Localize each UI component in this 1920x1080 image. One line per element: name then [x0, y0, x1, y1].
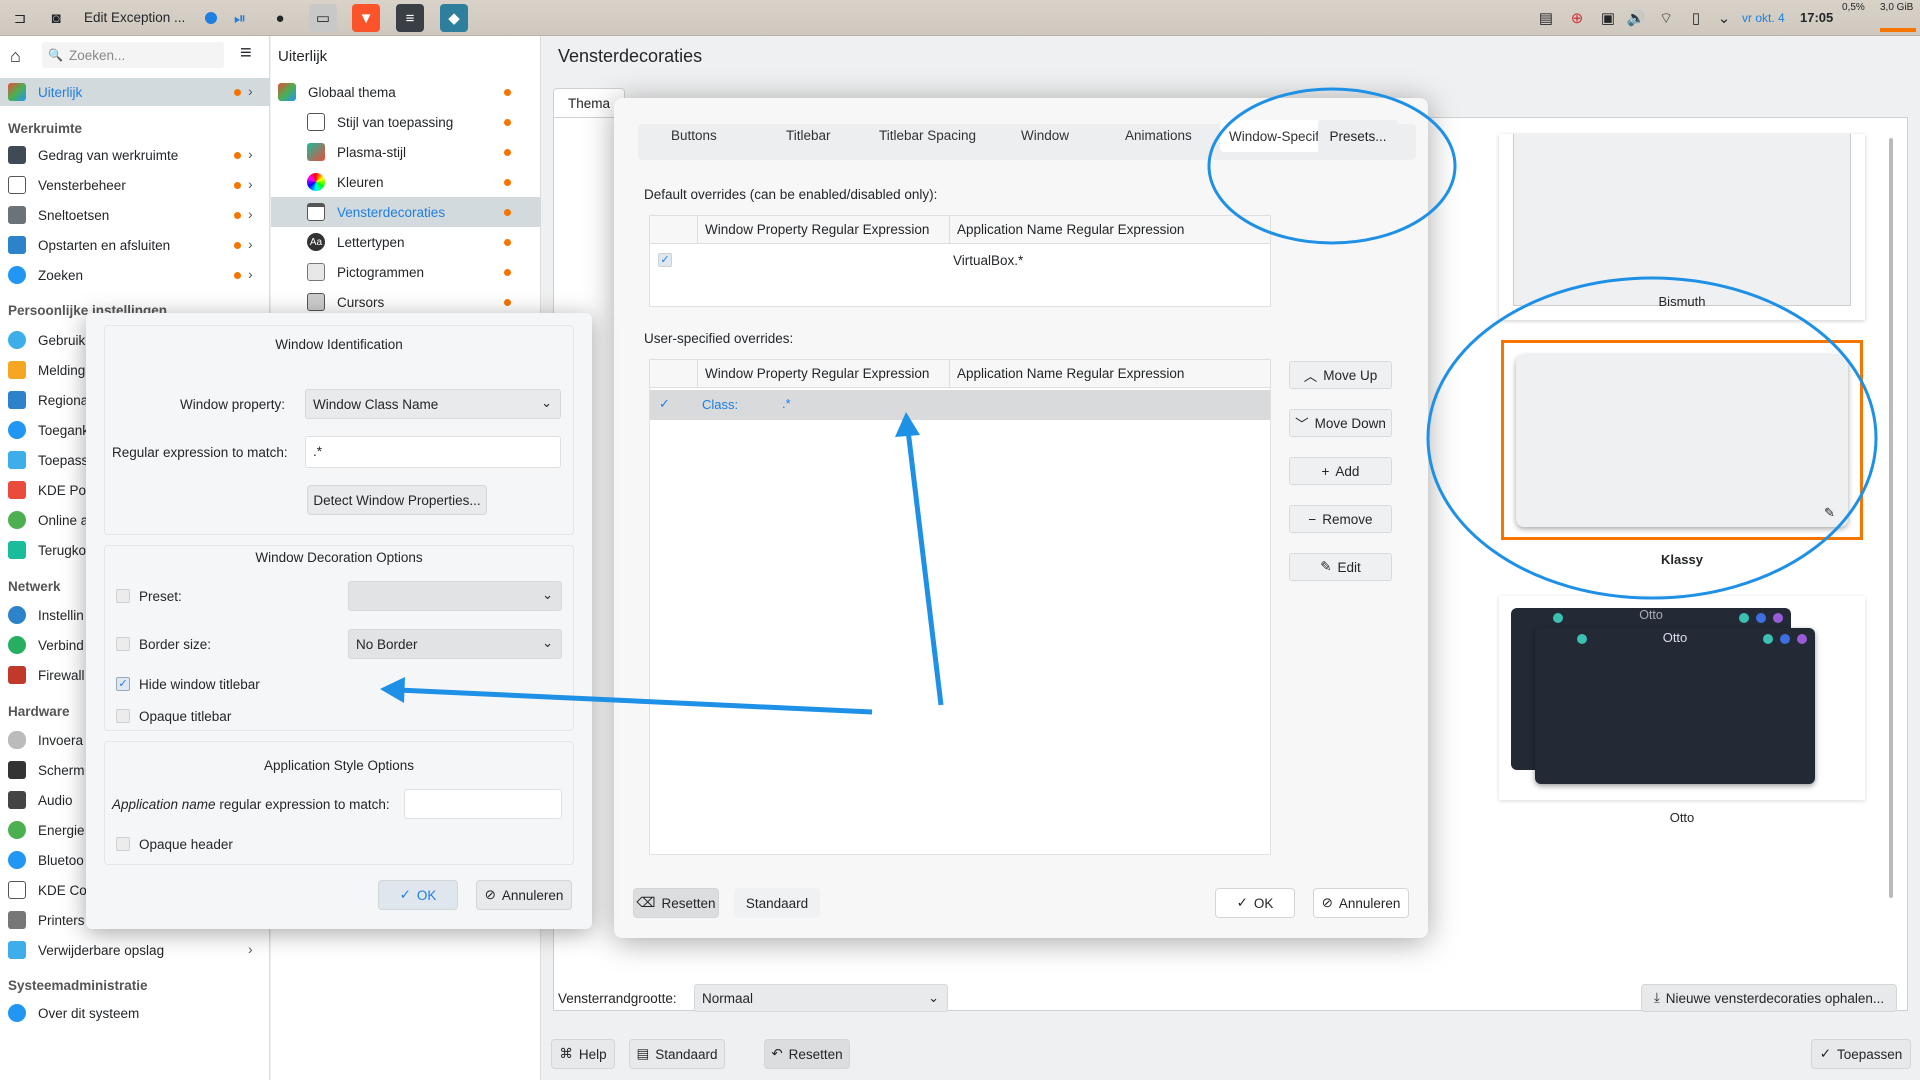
- annotation-arrow-left: [397, 687, 873, 715]
- annotation-arrowhead-up: [895, 412, 920, 437]
- annotation-arrowhead-left: [380, 677, 405, 703]
- annotation-circle-klassy: [1426, 276, 1878, 600]
- annotation-circle-presets: [1207, 87, 1457, 245]
- annotation-arrow-up: [905, 429, 944, 706]
- annotation-overlay: [380, 87, 1878, 715]
